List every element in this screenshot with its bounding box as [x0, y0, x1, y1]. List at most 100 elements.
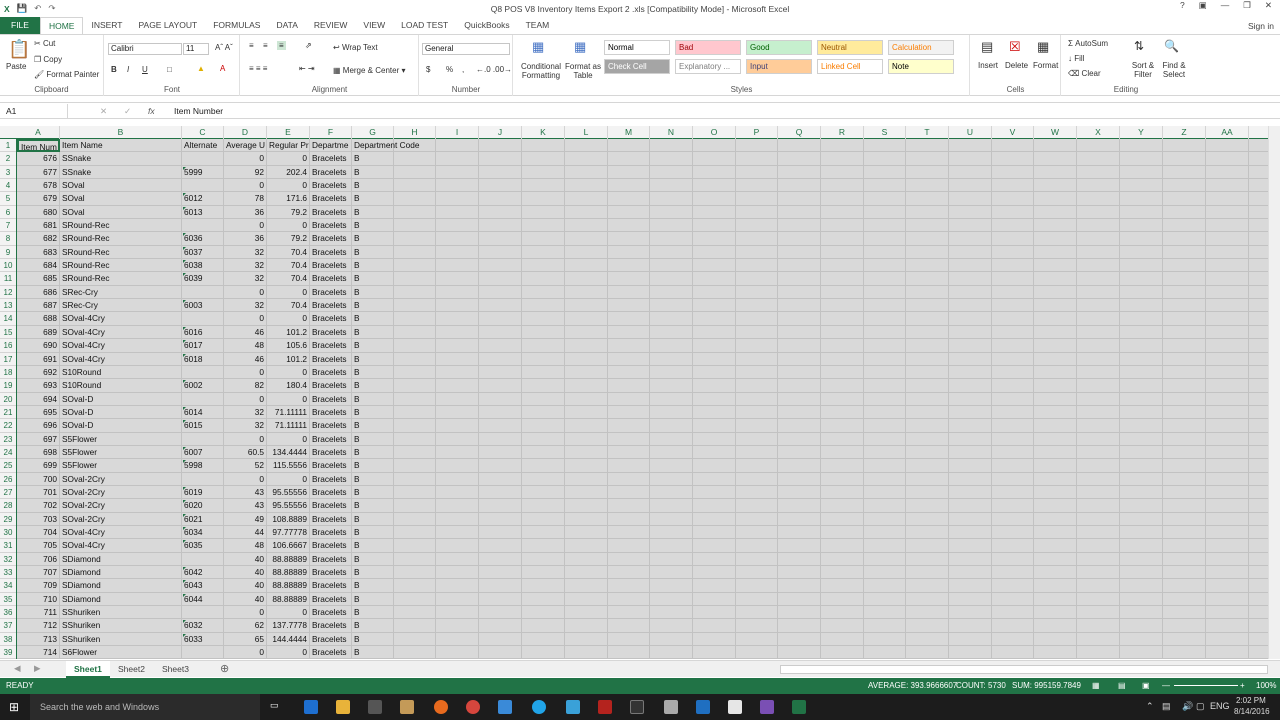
column-header[interactable]: H — [394, 126, 436, 139]
cell[interactable] — [736, 512, 778, 526]
cell[interactable] — [1206, 259, 1249, 273]
cell[interactable] — [821, 205, 864, 220]
column-header[interactable]: C — [182, 126, 224, 139]
cell[interactable]: SRec-Cry — [60, 299, 182, 313]
cell[interactable] — [436, 192, 479, 206]
cell[interactable] — [693, 632, 736, 647]
cell[interactable]: B — [352, 192, 394, 206]
cell[interactable] — [992, 299, 1034, 313]
cell[interactable]: 0 — [267, 646, 310, 659]
copy-button[interactable]: ❐ Copy — [34, 55, 62, 64]
cell[interactable]: 695 — [17, 405, 60, 420]
cell[interactable]: 32 — [224, 272, 267, 286]
cell[interactable] — [436, 312, 479, 326]
column-header[interactable]: P — [736, 126, 778, 139]
cell[interactable] — [949, 392, 992, 406]
cell[interactable]: Bracelets — [310, 285, 352, 300]
cell[interactable]: 0 — [267, 285, 310, 300]
find-select-button[interactable]: Find & Select — [1158, 61, 1190, 79]
cell[interactable] — [436, 352, 479, 366]
cell[interactable] — [650, 485, 693, 500]
cell[interactable] — [394, 445, 436, 460]
format-cells-icon[interactable]: ▦ — [1037, 39, 1049, 55]
cell[interactable] — [650, 566, 693, 580]
cell[interactable]: 60.5 — [224, 445, 267, 460]
cell[interactable] — [864, 512, 906, 526]
cell[interactable]: B — [352, 646, 394, 659]
cell[interactable] — [479, 272, 522, 286]
cell[interactable] — [821, 592, 864, 607]
cell[interactable] — [522, 299, 565, 313]
document-icon[interactable] — [728, 700, 742, 714]
cell[interactable] — [650, 579, 693, 593]
cell[interactable] — [522, 365, 565, 380]
cell[interactable] — [650, 432, 693, 446]
enter-icon[interactable]: ✓ — [124, 104, 131, 118]
cell[interactable]: 6014 — [182, 405, 224, 420]
cell[interactable]: 134.4444 — [267, 445, 310, 460]
cell[interactable] — [608, 285, 650, 300]
tab-view[interactable]: VIEW — [355, 17, 393, 34]
cell[interactable] — [864, 606, 906, 620]
cell[interactable] — [949, 272, 992, 286]
cell[interactable] — [1120, 606, 1163, 620]
cell[interactable] — [650, 232, 693, 246]
cell[interactable] — [736, 432, 778, 446]
cell[interactable] — [1163, 325, 1206, 340]
cell[interactable] — [1163, 245, 1206, 260]
cell[interactable] — [992, 539, 1034, 553]
cell[interactable]: 82 — [224, 379, 267, 393]
row-header[interactable]: 36 — [0, 606, 16, 620]
cell-style-note[interactable]: Note — [888, 59, 954, 74]
cell[interactable] — [182, 472, 224, 486]
cell[interactable] — [436, 592, 479, 607]
cell[interactable] — [906, 445, 949, 460]
cell[interactable] — [650, 606, 693, 620]
cell[interactable] — [1206, 152, 1249, 166]
cell[interactable] — [1206, 325, 1249, 340]
cell[interactable]: 32 — [224, 259, 267, 273]
cell[interactable] — [479, 539, 522, 553]
cell[interactable] — [778, 512, 821, 526]
cell[interactable]: 690 — [17, 339, 60, 353]
cell[interactable] — [821, 259, 864, 273]
cell[interactable] — [693, 485, 736, 500]
help-button[interactable]: ? — [1180, 0, 1185, 11]
cell[interactable]: 32 — [224, 405, 267, 420]
cell[interactable]: 70.4 — [267, 245, 310, 260]
error-indicator-icon[interactable] — [183, 420, 186, 424]
cell[interactable]: Bracelets — [310, 566, 352, 580]
cell[interactable] — [522, 179, 565, 193]
cell[interactable]: B — [352, 472, 394, 486]
error-indicator-icon[interactable] — [183, 406, 186, 410]
cell[interactable]: 6044 — [182, 592, 224, 607]
terminal-icon[interactable] — [630, 700, 644, 714]
cell[interactable] — [394, 592, 436, 607]
cell[interactable] — [821, 392, 864, 406]
cell[interactable] — [479, 379, 522, 393]
cell[interactable] — [949, 646, 992, 659]
cell[interactable] — [906, 165, 949, 180]
cell[interactable] — [821, 606, 864, 620]
cell[interactable] — [992, 552, 1034, 566]
cell[interactable] — [778, 379, 821, 393]
cell[interactable] — [1077, 405, 1120, 420]
header-cell[interactable] — [949, 139, 992, 153]
cell[interactable] — [1206, 419, 1249, 433]
cell[interactable] — [1163, 619, 1206, 633]
header-cell[interactable] — [1034, 139, 1077, 153]
cell[interactable] — [736, 285, 778, 300]
cell[interactable] — [778, 566, 821, 580]
cell[interactable] — [565, 592, 608, 607]
cell[interactable]: Bracelets — [310, 259, 352, 273]
row-header[interactable]: 14 — [0, 312, 16, 326]
cell[interactable] — [1077, 245, 1120, 260]
cell[interactable]: 202.4 — [267, 165, 310, 180]
row-header[interactable]: 2 — [0, 152, 16, 166]
column-header[interactable]: X — [1077, 126, 1120, 139]
cell[interactable]: SDiamond — [60, 579, 182, 593]
cell[interactable] — [436, 179, 479, 193]
zoom-slider[interactable] — [1174, 685, 1238, 686]
cell[interactable] — [565, 445, 608, 460]
cell[interactable]: SRec-Cry — [60, 285, 182, 300]
